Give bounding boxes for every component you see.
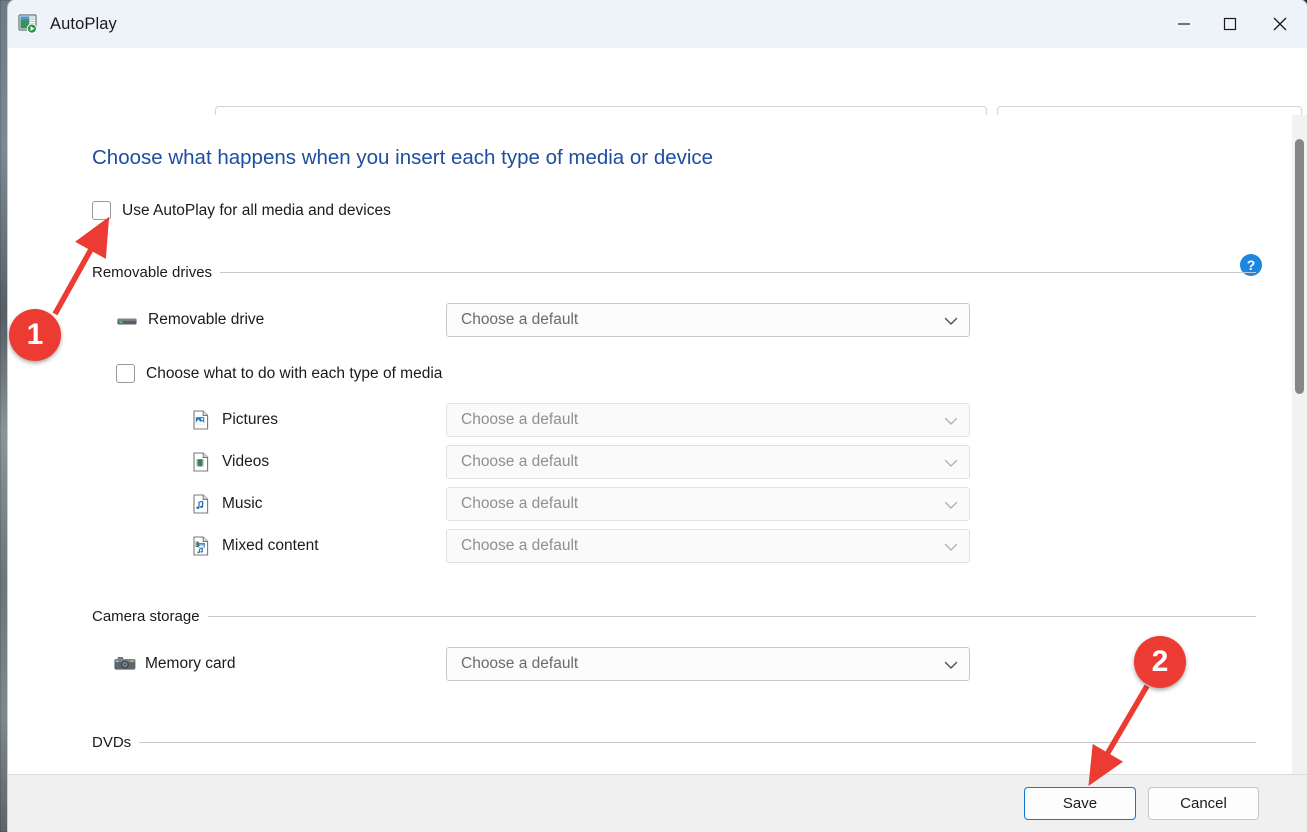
mixed-content-file-icon xyxy=(190,535,212,557)
row-videos: Videos xyxy=(190,445,269,479)
title-bar-left: AutoPlay xyxy=(18,0,117,48)
group-title-camera-storage: Camera storage xyxy=(92,607,200,625)
row-label-videos: Videos xyxy=(222,453,270,470)
chevron-down-icon[interactable] xyxy=(944,648,958,682)
choose-each-type-checkbox-row[interactable]: Choose what to do with each type of medi… xyxy=(116,364,442,383)
window-title: AutoPlay xyxy=(50,14,117,33)
removable-drive-icon xyxy=(116,309,138,331)
row-pictures: Pictures xyxy=(190,403,278,437)
cancel-button[interactable]: Cancel xyxy=(1148,787,1259,820)
row-label-music: Music xyxy=(222,495,263,512)
group-divider xyxy=(139,741,1256,743)
save-button[interactable]: Save xyxy=(1024,787,1136,820)
row-memory-card: Memory card xyxy=(113,647,235,681)
row-label-mixed-content: Mixed content xyxy=(222,537,319,554)
dialog-footer: Save Cancel xyxy=(8,774,1307,832)
music-file-icon xyxy=(190,493,212,515)
group-title-dvds: DVDs xyxy=(92,733,132,751)
chevron-down-icon[interactable] xyxy=(944,446,958,480)
chevron-down-icon[interactable] xyxy=(944,488,958,522)
autoplay-icon xyxy=(18,14,40,34)
camera-icon xyxy=(113,653,136,675)
chevron-down-icon[interactable] xyxy=(944,530,958,564)
dropdown-removable-drive[interactable]: Choose a default xyxy=(446,303,970,337)
dropdown-value-pictures: Choose a default xyxy=(461,411,579,428)
dropdown-value-removable-drive: Choose a default xyxy=(461,311,579,328)
group-divider xyxy=(220,271,1256,273)
dropdown-pictures[interactable]: Choose a default xyxy=(446,403,970,437)
choose-each-type-checkbox[interactable] xyxy=(116,364,135,383)
group-divider xyxy=(207,615,1256,617)
choose-each-type-label: Choose what to do with each type of medi… xyxy=(146,364,443,382)
row-removable-drive: Removable drive xyxy=(116,303,264,337)
annotation-marker-2: 2 xyxy=(1134,636,1186,688)
dropdown-mixed-content[interactable]: Choose a default xyxy=(446,529,970,563)
group-header-removable-drives: Removable drives xyxy=(92,263,1256,281)
dropdown-value-mixed-content: Choose a default xyxy=(461,537,579,554)
row-label-pictures: Pictures xyxy=(222,411,278,428)
annotation-marker-1: 1 xyxy=(9,309,61,361)
autoplay-window: AutoPlay Search Control Panel Choose wha… xyxy=(8,0,1307,832)
chevron-down-icon[interactable] xyxy=(944,404,958,438)
dropdown-memory-card[interactable]: Choose a default xyxy=(446,647,970,681)
group-header-dvds: DVDs xyxy=(92,733,1256,751)
pictures-file-icon xyxy=(190,409,212,431)
scrollbar-thumb[interactable] xyxy=(1295,139,1304,394)
dropdown-value-memory-card: Choose a default xyxy=(461,655,579,672)
maximize-icon[interactable] xyxy=(1207,0,1253,48)
minimize-icon[interactable] xyxy=(1161,0,1207,48)
row-label-memory-card: Memory card xyxy=(145,655,236,672)
dropdown-music[interactable]: Choose a default xyxy=(446,487,970,521)
row-label-removable-drive: Removable drive xyxy=(148,311,265,328)
content-area: Choose what happens when you insert each… xyxy=(8,115,1307,774)
title-bar: AutoPlay xyxy=(8,0,1307,48)
videos-file-icon xyxy=(190,451,212,473)
group-header-camera-storage: Camera storage xyxy=(92,607,1256,625)
page-title: Choose what happens when you insert each… xyxy=(92,146,714,169)
close-icon[interactable] xyxy=(1253,0,1307,48)
vertical-scrollbar[interactable] xyxy=(1292,115,1307,774)
use-autoplay-checkbox-row[interactable]: Use AutoPlay for all media and devices xyxy=(92,201,391,220)
group-camera-storage: Camera storage xyxy=(92,607,1256,625)
group-dvds: DVDs xyxy=(92,733,1256,751)
dropdown-value-videos: Choose a default xyxy=(461,453,579,470)
group-removable-drives: Removable drives xyxy=(92,263,1256,281)
dropdown-videos[interactable]: Choose a default xyxy=(446,445,970,479)
group-title-removable-drives: Removable drives xyxy=(92,263,213,281)
row-music: Music xyxy=(190,487,262,521)
use-autoplay-checkbox[interactable] xyxy=(92,201,111,220)
row-mixed-content: Mixed content xyxy=(190,529,319,563)
navigation-bar: › Control Panel › Hardware and Sound › A… xyxy=(8,48,1307,155)
chevron-down-icon[interactable] xyxy=(944,304,958,338)
window-controls xyxy=(1161,0,1307,48)
dropdown-value-music: Choose a default xyxy=(461,495,579,512)
use-autoplay-label: Use AutoPlay for all media and devices xyxy=(122,201,391,219)
